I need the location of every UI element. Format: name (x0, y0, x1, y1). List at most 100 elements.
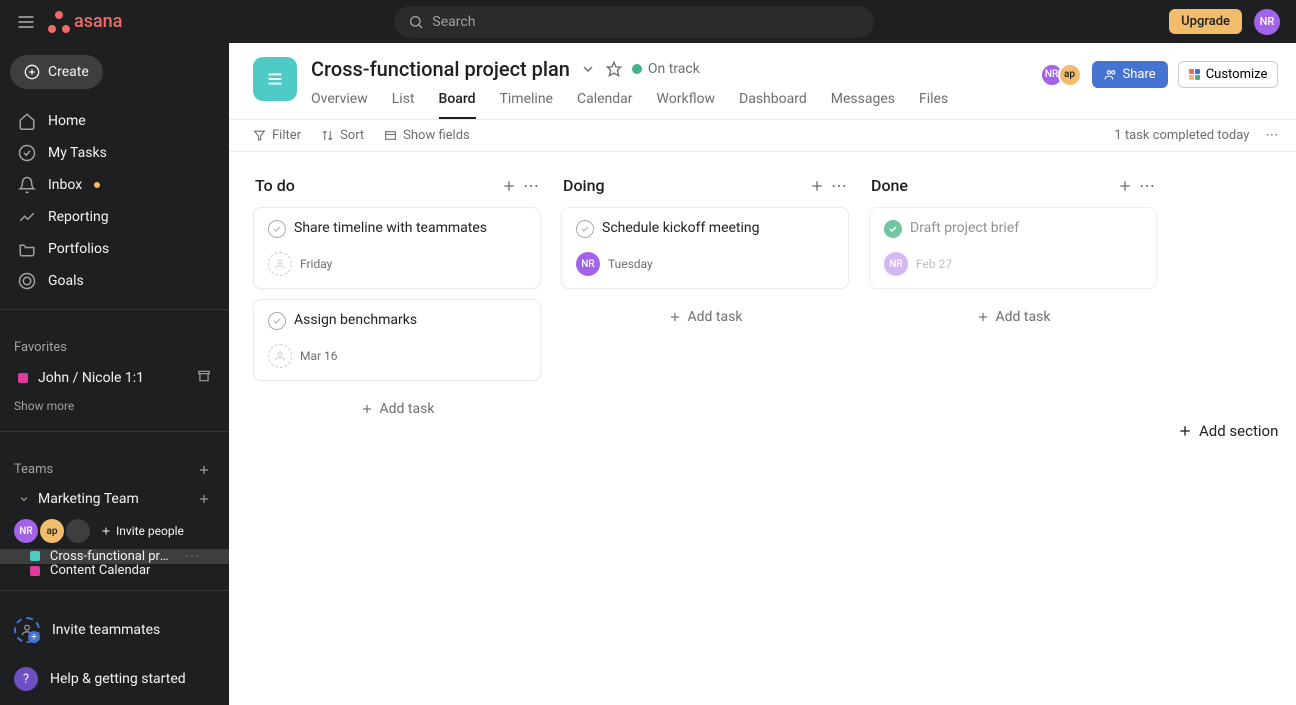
project-title[interactable]: Cross-functional project plan (311, 57, 570, 81)
upgrade-button[interactable]: Upgrade (1169, 9, 1242, 34)
member-avatar[interactable]: NR (14, 519, 38, 543)
add-task-button[interactable]: Add task (869, 299, 1157, 335)
column-more-icon[interactable]: ⋯ (1139, 176, 1155, 195)
help-button[interactable]: ? Help & getting started (0, 653, 229, 705)
due-date[interactable]: Tuesday (608, 257, 653, 271)
column-title[interactable]: To do (255, 176, 295, 195)
plus-icon (24, 64, 40, 80)
search-icon (408, 14, 424, 30)
board-column: Done ⋯ Draft project brief NR Feb 27 Ad (869, 172, 1157, 685)
sidebar-project[interactable]: Cross-functional pro… ⋯ (0, 549, 229, 564)
assignee-avatar[interactable]: NR (884, 252, 908, 276)
column-title[interactable]: Done (871, 176, 908, 195)
add-card-button[interactable] (809, 176, 825, 195)
logo[interactable]: asana (48, 11, 122, 33)
chevron-down-icon (18, 493, 30, 505)
star-icon[interactable] (606, 61, 622, 77)
add-card-button[interactable] (501, 176, 517, 195)
tab-timeline[interactable]: Timeline (500, 91, 553, 119)
add-card-button[interactable] (1117, 176, 1133, 195)
sidebar: Create Home My Tasks Inbox Reporting Por… (0, 43, 229, 705)
status-badge[interactable]: On track (632, 61, 700, 77)
complete-toggle[interactable] (576, 220, 594, 238)
favorite-item[interactable]: John / Nicole 1:1 (0, 363, 229, 393)
nav-reporting-label: Reporting (48, 209, 109, 225)
search-input[interactable]: Search (394, 6, 874, 38)
more-icon[interactable]: ⋯ (185, 549, 199, 564)
team-item[interactable]: Marketing Team (0, 485, 229, 513)
assignee-empty[interactable] (268, 344, 292, 368)
nav-goals[interactable]: Goals (0, 265, 229, 297)
chevron-down-icon[interactable] (580, 61, 596, 77)
nav-inbox[interactable]: Inbox (0, 169, 229, 201)
folder-icon (18, 240, 36, 258)
invite-teammates[interactable]: + Invite teammates (0, 607, 229, 653)
member-avatar-empty[interactable] (66, 519, 90, 543)
complete-toggle[interactable] (884, 220, 902, 238)
project-icon[interactable] (253, 57, 297, 101)
project-header: Cross-functional project plan On track O… (229, 43, 1296, 119)
task-card[interactable]: Share timeline with teammates Friday (253, 207, 541, 289)
tab-list[interactable]: List (392, 91, 415, 119)
tab-board[interactable]: Board (439, 91, 476, 119)
tab-calendar[interactable]: Calendar (577, 91, 633, 119)
project-label: Cross-functional pro… (50, 549, 175, 564)
complete-toggle[interactable] (268, 220, 286, 238)
nav-portfolios[interactable]: Portfolios (0, 233, 229, 265)
add-task-button[interactable]: Add task (253, 391, 541, 427)
column-more-icon[interactable]: ⋯ (523, 176, 539, 195)
due-date[interactable]: Friday (300, 257, 332, 271)
share-button[interactable]: Share (1092, 61, 1168, 88)
add-section-button[interactable]: Add section (1177, 172, 1278, 685)
notification-dot (94, 182, 100, 188)
plus-icon (100, 525, 112, 537)
archive-icon[interactable] (197, 369, 211, 387)
topbar: asana Search Upgrade NR (0, 0, 1296, 43)
column-more-icon[interactable]: ⋯ (831, 176, 847, 195)
sort-button[interactable]: Sort (321, 128, 364, 143)
member-avatar[interactable]: ap (40, 519, 64, 543)
nav-my-tasks[interactable]: My Tasks (0, 137, 229, 169)
task-card[interactable]: Draft project brief NR Feb 27 (869, 207, 1157, 289)
column-title[interactable]: Doing (563, 176, 605, 195)
tab-workflow[interactable]: Workflow (657, 91, 716, 119)
assignee-empty[interactable] (268, 252, 292, 276)
tab-overview[interactable]: Overview (311, 91, 368, 119)
add-project-button[interactable] (197, 492, 211, 506)
task-card[interactable]: Schedule kickoff meeting NR Tuesday (561, 207, 849, 289)
task-card[interactable]: Assign benchmarks Mar 16 (253, 299, 541, 381)
nav-reporting[interactable]: Reporting (0, 201, 229, 233)
tab-dashboard[interactable]: Dashboard (739, 91, 807, 119)
nav-inbox-label: Inbox (48, 177, 82, 193)
sort-icon (321, 129, 334, 142)
tab-messages[interactable]: Messages (831, 91, 895, 119)
project-color-icon (30, 566, 40, 576)
sidebar-project[interactable]: Content Calendar (0, 564, 229, 578)
help-icon: ? (14, 667, 38, 691)
due-date[interactable]: Feb 27 (916, 257, 952, 271)
show-fields-button[interactable]: Show fields (384, 128, 470, 143)
add-task-button[interactable]: Add task (561, 299, 849, 335)
members-stack[interactable]: NR ap (1040, 63, 1082, 87)
user-avatar[interactable]: NR (1254, 9, 1280, 35)
due-date[interactable]: Mar 16 (300, 349, 338, 363)
project-color-icon (18, 373, 28, 383)
logo-icon (48, 11, 70, 33)
nav-home[interactable]: Home (0, 105, 229, 137)
task-title: Draft project brief (910, 220, 1142, 236)
complete-toggle[interactable] (268, 312, 286, 330)
show-more[interactable]: Show more (0, 393, 229, 419)
create-button[interactable]: Create (10, 55, 103, 89)
task-title: Share timeline with teammates (294, 220, 526, 236)
add-team-button[interactable] (197, 463, 211, 477)
nav-goals-label: Goals (48, 273, 84, 289)
task-title: Assign benchmarks (294, 312, 526, 328)
more-icon[interactable]: ⋯ (1265, 128, 1278, 143)
customize-button[interactable]: Customize (1178, 61, 1279, 88)
menu-toggle[interactable] (16, 12, 36, 32)
tab-files[interactable]: Files (919, 91, 948, 119)
invite-people[interactable]: Invite people (100, 524, 184, 538)
filter-button[interactable]: Filter (253, 128, 301, 143)
completed-today[interactable]: 1 task completed today (1114, 128, 1249, 143)
assignee-avatar[interactable]: NR (576, 252, 600, 276)
